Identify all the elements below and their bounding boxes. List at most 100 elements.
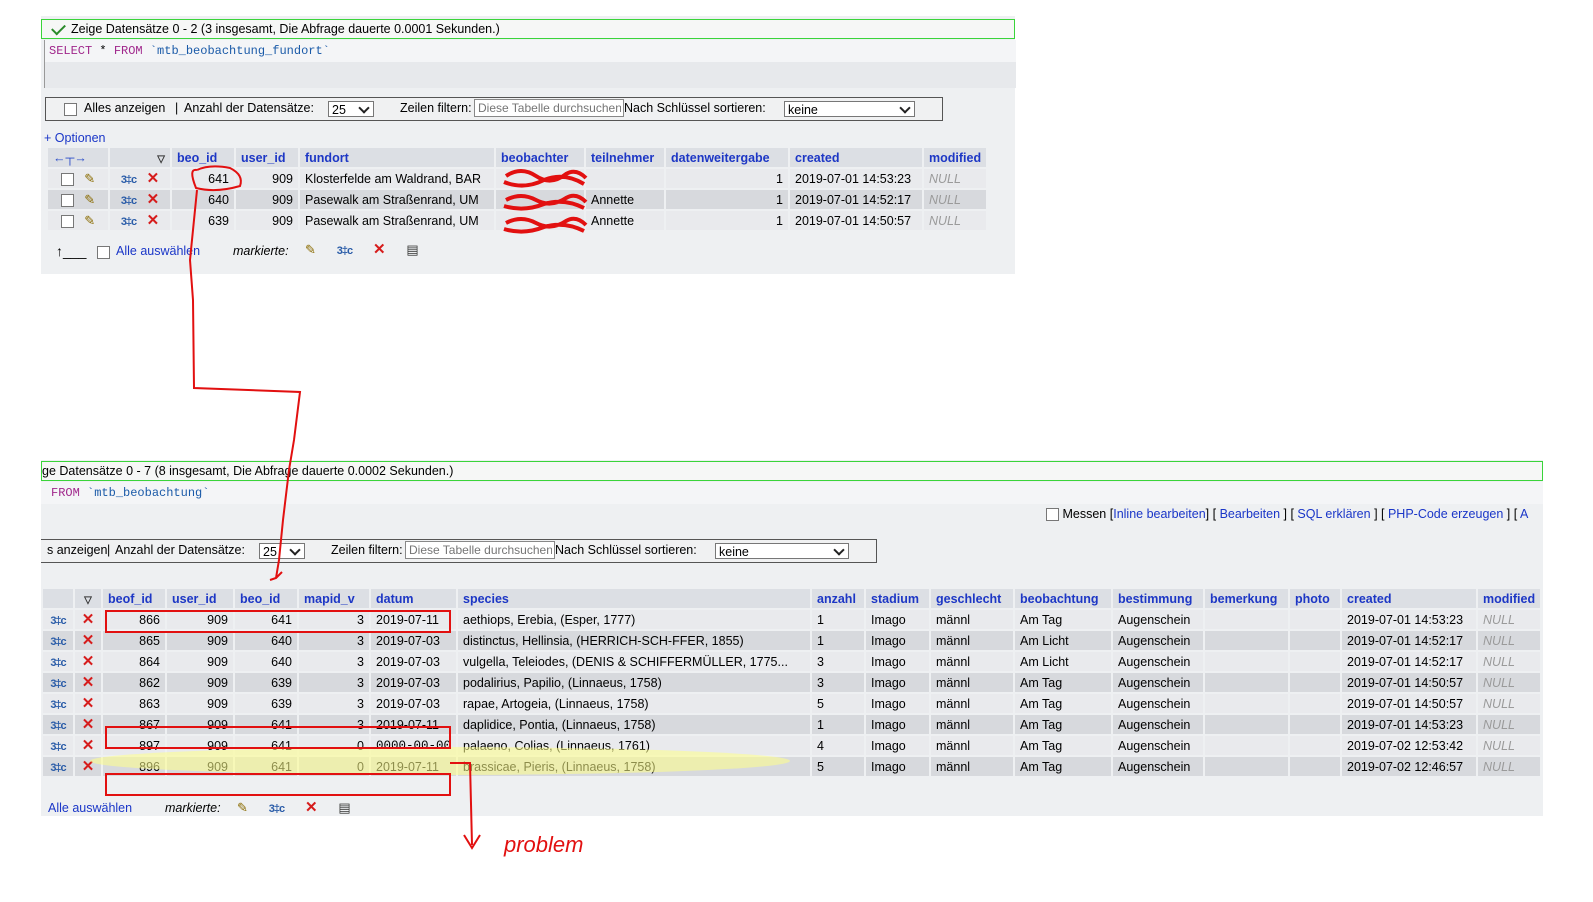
filter-input[interactable] xyxy=(474,99,624,117)
copy-icon[interactable]: 3‡c xyxy=(121,216,137,228)
delete-icon[interactable]: ✕ xyxy=(82,758,95,775)
edit-pencil-icon[interactable]: ✎ xyxy=(84,171,95,186)
row-checkbox[interactable] xyxy=(60,214,74,228)
delete-icon[interactable]: ✕ xyxy=(82,632,95,649)
copy-icon[interactable]: 3‡c xyxy=(121,174,137,186)
col-bestimmung[interactable]: bestimmung xyxy=(1113,589,1204,608)
rows-count-select[interactable]: 25 xyxy=(328,101,374,117)
bulk-actions: ✎ 3‡c ✕ ▤ xyxy=(237,800,351,816)
col-fundort[interactable]: fundort xyxy=(300,148,494,167)
edit-pencil-icon[interactable]: ✎ xyxy=(237,800,248,815)
copy-icon[interactable]: 3‡c xyxy=(50,678,66,690)
top-sql-query[interactable]: SELECT * FROM `mtb_beobachtung_fundort` xyxy=(44,40,1016,88)
edit-link[interactable]: Bearbeiten xyxy=(1220,507,1280,521)
delete-icon[interactable]: ✕ xyxy=(82,737,95,754)
top-results-table: ←┬→ ▽ beo_id user_id fundort beobachter … xyxy=(46,146,988,232)
cell-fundort: Klosterfelde am Waldrand, BAR xyxy=(300,169,494,188)
col-beobachter[interactable]: beobachter xyxy=(496,148,584,167)
export-icon[interactable]: ▤ xyxy=(406,242,418,257)
copy-icon[interactable]: 3‡c xyxy=(337,245,353,257)
col-user-id[interactable]: user_id xyxy=(167,589,233,608)
delete-icon[interactable]: ✕ xyxy=(82,695,95,712)
delete-icon[interactable]: ✕ xyxy=(147,170,160,187)
delete-icon[interactable]: ✕ xyxy=(82,674,95,691)
col-created[interactable]: created xyxy=(790,148,922,167)
delete-icon[interactable]: ✕ xyxy=(305,799,318,816)
table-row[interactable]: 3‡c ✕ 866 909 641 3 2019-07-11 aethiops, Erebia… xyxy=(43,610,1541,629)
sort-chevron-icon[interactable]: ▽ xyxy=(110,148,170,167)
col-teilnehmer[interactable]: teilnehmer xyxy=(586,148,664,167)
copy-icon[interactable]: 3‡c xyxy=(50,615,66,627)
cell-anzahl: 4 xyxy=(812,736,865,755)
delete-icon[interactable]: ✕ xyxy=(82,716,95,733)
sort-chevron-icon[interactable]: ▽ xyxy=(75,589,101,608)
cell-bemerkung xyxy=(1205,673,1289,692)
edit-pencil-icon[interactable]: ✎ xyxy=(84,192,95,207)
table-row[interactable]: ✎ 3‡c ✕ 641 909 Klosterfelde am Waldrand… xyxy=(48,169,987,188)
col-modified[interactable]: modified xyxy=(1478,589,1541,608)
copy-icon[interactable]: 3‡c xyxy=(121,195,137,207)
col-stadium[interactable]: stadium xyxy=(866,589,930,608)
col-created[interactable]: created xyxy=(1342,589,1477,608)
export-icon[interactable]: ▤ xyxy=(338,800,350,815)
table-row[interactable]: ✎ 3‡c ✕ 639 909 Pasewalk am Straßenrand,… xyxy=(48,211,987,230)
copy-icon[interactable]: 3‡c xyxy=(50,636,66,648)
table-row[interactable]: 3‡c ✕ 897 909 641 0 0000-00-00 palaeno, Colias,… xyxy=(43,736,1541,755)
delete-icon[interactable]: ✕ xyxy=(373,241,386,258)
table-row[interactable]: ✎ 3‡c ✕ 640 909 Pasewalk am Straßenrand,… xyxy=(48,190,987,209)
col-mapid-v[interactable]: mapid_v xyxy=(299,589,369,608)
copy-icon[interactable]: 3‡c xyxy=(50,720,66,732)
copy-icon[interactable]: 3‡c xyxy=(50,762,66,774)
col-species[interactable]: species xyxy=(458,589,811,608)
table-row[interactable]: 3‡c ✕ 862 909 639 3 2019-07-03 podalirius, Papi… xyxy=(43,673,1541,692)
bottom-sql-query[interactable]: FROM `mtb_beobachtung` xyxy=(41,482,1543,504)
delete-icon[interactable]: ✕ xyxy=(82,653,95,670)
inline-edit-link[interactable]: Inline bearbeiten xyxy=(1113,507,1205,521)
col-geschlecht[interactable]: geschlecht xyxy=(931,589,1014,608)
sort-select[interactable]: keine xyxy=(784,101,915,117)
edit-pencil-icon[interactable]: ✎ xyxy=(84,213,95,228)
select-all-link[interactable]: Alle auswählen xyxy=(116,244,200,258)
col-datum[interactable]: datum xyxy=(371,589,457,608)
column-arrows-icon[interactable]: ←┬→ xyxy=(48,148,108,167)
col-anzahl[interactable]: anzahl xyxy=(812,589,865,608)
copy-icon[interactable]: 3‡c xyxy=(50,699,66,711)
delete-icon[interactable]: ✕ xyxy=(147,191,160,208)
table-row[interactable]: 3‡c ✕ 896 909 641 0 2019-07-11 brassicae, Pieri… xyxy=(43,757,1541,776)
edit-pencil-icon[interactable]: ✎ xyxy=(305,242,316,257)
options-link[interactable]: + Optionen xyxy=(44,131,106,145)
cell-anzahl: 1 xyxy=(812,715,865,734)
cell-stadium: Imago xyxy=(866,673,930,692)
top-message-text: Zeige Datensätze 0 - 2 (3 insgesamt, Die… xyxy=(71,22,500,36)
copy-icon[interactable]: 3‡c xyxy=(50,741,66,753)
col-bemerkung[interactable]: bemerkung xyxy=(1205,589,1289,608)
col-user-id[interactable]: user_id xyxy=(236,148,298,167)
col-beo-id[interactable]: beo_id xyxy=(172,148,234,167)
col-beobachtung[interactable]: beobachtung xyxy=(1015,589,1112,608)
row-checkbox[interactable] xyxy=(60,172,74,186)
rows-count-select[interactable]: 25 xyxy=(259,543,305,559)
table-row[interactable]: 3‡c ✕ 867 909 641 3 2019-07-11 daplidice, Ponti… xyxy=(43,715,1541,734)
select-all-link[interactable]: Alle auswählen xyxy=(48,801,132,815)
explain-sql-link[interactable]: SQL erklären xyxy=(1297,507,1370,521)
truncated-link[interactable]: A xyxy=(1520,507,1528,521)
col-photo[interactable]: photo xyxy=(1290,589,1341,608)
col-beo-id[interactable]: beo_id xyxy=(235,589,297,608)
col-datenweitergabe[interactable]: datenweitergabe xyxy=(666,148,788,167)
sort-select[interactable]: keine xyxy=(715,543,849,559)
copy-icon[interactable]: 3‡c xyxy=(50,657,66,669)
table-row[interactable]: 3‡c ✕ 863 909 639 3 2019-07-03 rapae, Artogeia,… xyxy=(43,694,1541,713)
delete-icon[interactable]: ✕ xyxy=(82,611,95,628)
create-php-link[interactable]: PHP-Code erzeugen xyxy=(1388,507,1503,521)
col-modified[interactable]: modified xyxy=(924,148,987,167)
filter-input[interactable] xyxy=(405,541,555,559)
measure-checkbox[interactable] xyxy=(1046,508,1059,522)
row-checkbox[interactable] xyxy=(60,193,74,207)
col-beof-id[interactable]: beof_id xyxy=(103,589,165,608)
table-row[interactable]: 3‡c ✕ 864 909 640 3 2019-07-03 vulgella, Teleio… xyxy=(43,652,1541,671)
copy-icon[interactable]: 3‡c xyxy=(269,803,285,815)
select-all-checkbox[interactable] xyxy=(97,246,110,259)
show-all-checkbox[interactable] xyxy=(64,103,77,116)
table-row[interactable]: 3‡c ✕ 865 909 640 3 2019-07-03 distinctus, Hell… xyxy=(43,631,1541,650)
delete-icon[interactable]: ✕ xyxy=(147,212,160,229)
